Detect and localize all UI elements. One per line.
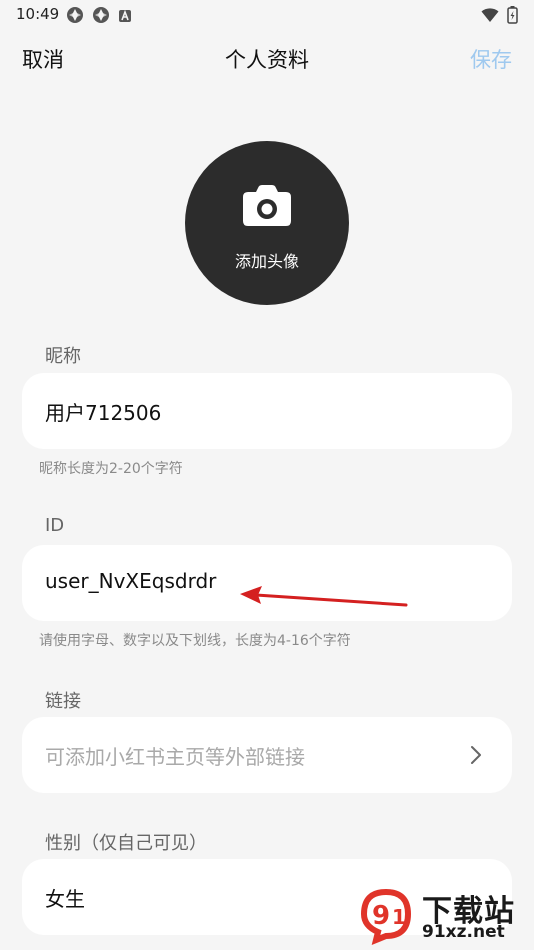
link-placeholder: 可添加小红书主页等外部链接 (45, 745, 305, 769)
nickname-field[interactable]: 用户712506 (22, 373, 512, 449)
status-bar: 10:49 (0, 0, 534, 30)
system-icons (481, 6, 518, 28)
svg-text:1: 1 (392, 905, 406, 929)
nickname-label: 昵称 (45, 346, 81, 367)
watermark-logo-icon: 9 1 (356, 884, 418, 946)
avatar-label: 添加头像 (234, 252, 299, 271)
add-avatar-button[interactable]: 添加头像 (185, 141, 349, 305)
id-hint: 请使用字母、数字以及下划线，长度为4-16个字符 (39, 633, 351, 649)
id-value: user_NvXEqsdrdr (45, 569, 217, 593)
app-notification-icon (66, 6, 84, 28)
id-label: ID (45, 515, 65, 536)
link-label: 链接 (45, 691, 81, 712)
page-title: 个人资料 (225, 48, 309, 72)
gender-label: 性别（仅自己可见） (45, 833, 207, 854)
watermark-url: 91xz.net (422, 922, 505, 942)
link-field[interactable]: 可添加小红书主页等外部链接 (22, 717, 512, 793)
app-notification-icon (92, 6, 110, 28)
svg-text:9: 9 (372, 901, 390, 931)
gender-value: 女生 (45, 887, 85, 911)
nickname-value: 用户712506 (45, 401, 162, 425)
keyboard-a-icon (118, 8, 132, 27)
battery-icon (507, 6, 518, 28)
red-arrow-annotation (238, 583, 410, 615)
status-time: 10:49 (16, 5, 60, 23)
watermark: 9 1 下载站 91xz.net (356, 884, 526, 946)
camera-icon (242, 184, 292, 232)
wifi-icon (481, 7, 499, 27)
notification-icons (66, 6, 132, 28)
save-button[interactable]: 保存 (470, 44, 512, 74)
nickname-hint: 昵称长度为2-20个字符 (39, 461, 183, 477)
header: 取消 个人资料 保存 (0, 30, 534, 86)
chevron-right-icon (470, 745, 482, 769)
